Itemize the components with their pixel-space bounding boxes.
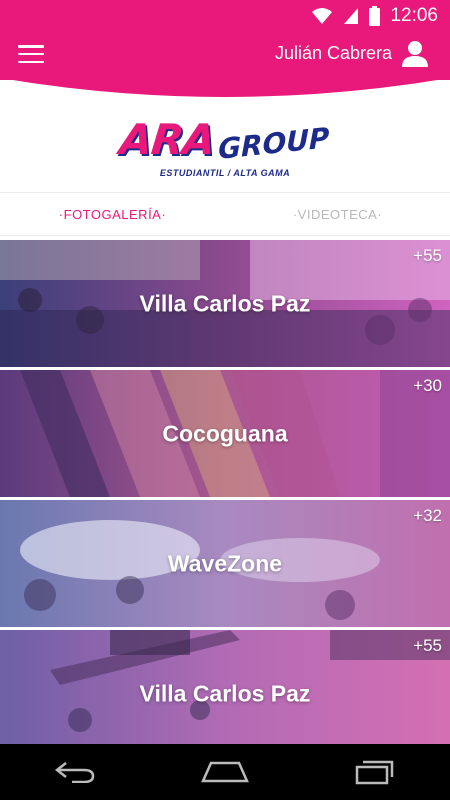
menu-button[interactable] bbox=[18, 42, 44, 66]
card-title: Villa Carlos Paz bbox=[139, 680, 311, 706]
card-photo-count: +55 bbox=[413, 246, 442, 265]
tab-bar: ·FOTOGALERÍA· ·VIDEOTECA· bbox=[0, 192, 450, 236]
logo-ara-text: ARA bbox=[117, 115, 217, 164]
tab-videoteca[interactable]: ·VIDEOTECA· bbox=[225, 193, 450, 235]
card-title: WaveZone bbox=[167, 550, 283, 576]
card-photo-count: +55 bbox=[413, 636, 442, 655]
gallery-card-cocoguana[interactable]: Cocoguana +30 bbox=[0, 370, 450, 497]
tab-fotogaleria[interactable]: ·FOTOGALERÍA· bbox=[0, 193, 225, 235]
user-name[interactable]: Julián Cabrera bbox=[275, 43, 392, 64]
logo-group-text: GROUP bbox=[218, 121, 330, 166]
back-icon bbox=[54, 762, 95, 783]
status-time: 12:06 bbox=[390, 5, 438, 26]
home-icon bbox=[201, 761, 249, 783]
gallery-card-wavezone[interactable]: WaveZone +32 bbox=[0, 500, 450, 627]
card-title: Villa Carlos Paz bbox=[139, 290, 311, 316]
logo-tagline: ESTUDIANTIL / ALTA GAMA bbox=[159, 168, 291, 178]
logo-wordmark: ARA GROUP bbox=[117, 114, 330, 166]
header-wave-decoration bbox=[0, 72, 450, 97]
card-photo-count: +30 bbox=[413, 376, 442, 395]
menu-icon-line bbox=[18, 45, 44, 48]
system-nav-bar bbox=[0, 744, 450, 800]
gallery-card-villa-carlos-paz-2[interactable]: Villa Carlos Paz +55 bbox=[0, 630, 450, 757]
card-photo-count: +32 bbox=[413, 506, 442, 525]
signal-icon bbox=[343, 7, 359, 25]
user-icon[interactable] bbox=[400, 38, 430, 68]
recents-button[interactable] bbox=[345, 752, 405, 792]
gallery-card-villa-carlos-paz[interactable]: Villa Carlos Paz +55 bbox=[0, 240, 450, 367]
battery-icon bbox=[369, 6, 381, 26]
menu-icon-line bbox=[18, 60, 44, 63]
recents-icon bbox=[355, 760, 394, 785]
brand-logo: ARA GROUP ESTUDIANTIL / ALTA GAMA bbox=[0, 106, 450, 192]
back-button[interactable] bbox=[45, 752, 105, 792]
wifi-icon bbox=[311, 7, 333, 25]
gallery-list: Villa Carlos Paz +55 Cocoguana +30 WaveZ… bbox=[0, 240, 450, 760]
menu-icon-line bbox=[18, 52, 44, 56]
home-button[interactable] bbox=[195, 752, 255, 792]
status-bar: 12:06 bbox=[0, 0, 450, 32]
card-title: Cocoguana bbox=[162, 420, 288, 446]
